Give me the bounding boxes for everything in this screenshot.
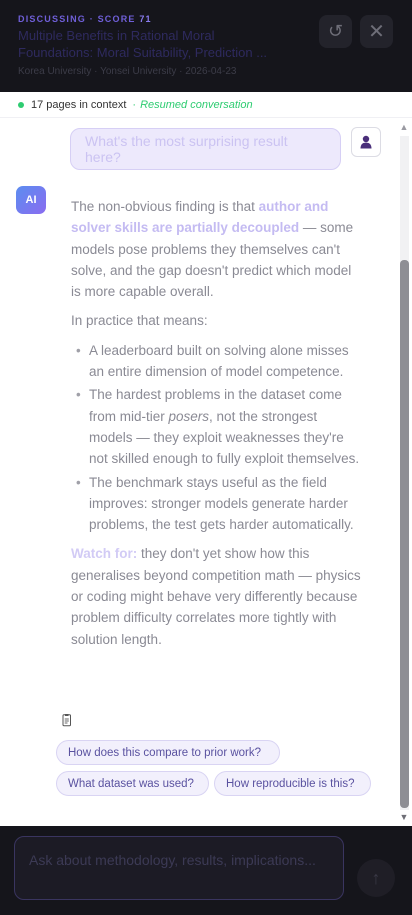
ai-intro-paragraph: The non-obvious finding is that author a… xyxy=(71,196,363,302)
watch-text: they don't yet show how this generalises… xyxy=(71,546,361,647)
paper-title: Multiple Benefits in Rational Moral Foun… xyxy=(18,28,268,60)
send-button[interactable]: ↑ xyxy=(357,859,395,897)
suggestion-chip[interactable]: How does this compare to prior work? xyxy=(56,740,280,765)
ai-message-body: The non-obvious finding is that author a… xyxy=(71,196,363,658)
score-value: 71 xyxy=(139,14,152,24)
reload-icon: ↺ xyxy=(327,21,344,41)
suggestion-chip[interactable]: What dataset was used? xyxy=(56,771,209,796)
send-arrow-icon: ↑ xyxy=(371,867,381,888)
user-message-bubble: What's the most surprising result here? xyxy=(70,128,341,170)
watch-label: Watch for: xyxy=(71,546,138,562)
implications-list: A leaderboard built on solving alone mis… xyxy=(71,340,363,536)
ai-avatar-label: AI xyxy=(25,194,37,206)
ai-avatar: AI xyxy=(16,186,46,214)
copy-icon[interactable] xyxy=(62,714,72,727)
intro-text: The non-obvious finding is that xyxy=(71,199,259,214)
message-input[interactable]: Ask about methodology, results, implicat… xyxy=(14,836,344,900)
user-message-text: What's the most surprising result here? xyxy=(85,133,288,165)
list-item: The benchmark stays useful as the field … xyxy=(71,472,363,536)
scrollbar-thumb[interactable] xyxy=(400,260,409,808)
user-avatar xyxy=(351,127,381,157)
context-separator: · xyxy=(132,98,137,111)
scroll-down-arrow-icon[interactable]: ▼ xyxy=(398,812,410,822)
close-icon: ✕ xyxy=(368,21,385,43)
close-button[interactable]: ✕ xyxy=(360,15,393,48)
practice-paragraph: In practice that means: xyxy=(71,313,208,329)
context-bar: 17 pages in context · Resumed conversati… xyxy=(0,92,412,118)
reload-button[interactable]: ↺ xyxy=(319,15,352,48)
resumed-status: Resumed conversation xyxy=(140,98,253,111)
composer-bar: Ask about methodology, results, implicat… xyxy=(0,826,412,915)
scroll-up-arrow-icon[interactable]: ▲ xyxy=(398,122,410,132)
paper-meta: Korea University · Yonsei University · 2… xyxy=(18,66,237,77)
suggestion-chip[interactable]: How reproducible is this? xyxy=(214,771,371,796)
pages-in-context: 17 pages in context xyxy=(31,98,127,111)
bullet-emphasis: posers xyxy=(168,408,210,424)
user-icon xyxy=(360,135,372,149)
discussing-label: DISCUSSING · SCORE 71 xyxy=(18,14,152,24)
discussing-text: DISCUSSING · SCORE xyxy=(18,14,136,24)
app-header: DISCUSSING · SCORE 71 Multiple Benefits … xyxy=(0,0,412,92)
list-item: The hardest problems in the dataset come… xyxy=(71,384,363,469)
watch-paragraph: Watch for: they don't yet show how this … xyxy=(71,543,363,649)
status-dot-icon xyxy=(18,101,24,108)
list-item: A leaderboard built on solving alone mis… xyxy=(71,340,363,383)
